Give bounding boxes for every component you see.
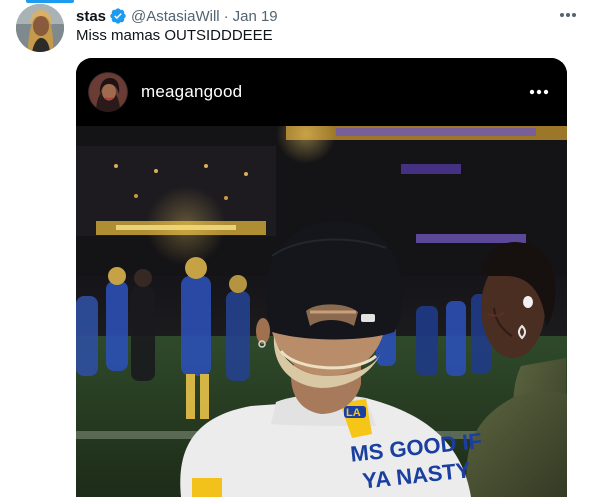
embed-username: meagangood <box>141 82 243 101</box>
jersey-patch-text: LA <box>346 407 361 419</box>
author-name[interactable]: stas <box>76 8 106 25</box>
tweet-media[interactable]: meagangood LA MS GOOD IF YA NASTY <box>76 58 567 497</box>
verified-badge-icon <box>109 7 127 25</box>
author-avatar[interactable] <box>16 4 64 52</box>
embed-avatar <box>88 72 128 112</box>
timestamp[interactable]: Jan 19 <box>233 8 278 25</box>
embed-header: meagangood <box>76 58 567 128</box>
author-handle[interactable]: @AstasiaWill <box>131 8 220 25</box>
tweet[interactable]: stas @AstasiaWill · Jan 19 Miss mamas OU… <box>0 0 595 497</box>
embed-photo: LA MS GOOD IF YA NASTY <box>76 126 567 497</box>
more-horizontal-icon[interactable] <box>554 4 582 26</box>
tweet-text: Miss mamas OUTSIDDDEEE <box>76 27 273 44</box>
tweet-header: stas @AstasiaWill · Jan 19 <box>76 6 278 26</box>
embed-more-icon <box>526 83 552 101</box>
separator-dot: · <box>223 7 229 25</box>
